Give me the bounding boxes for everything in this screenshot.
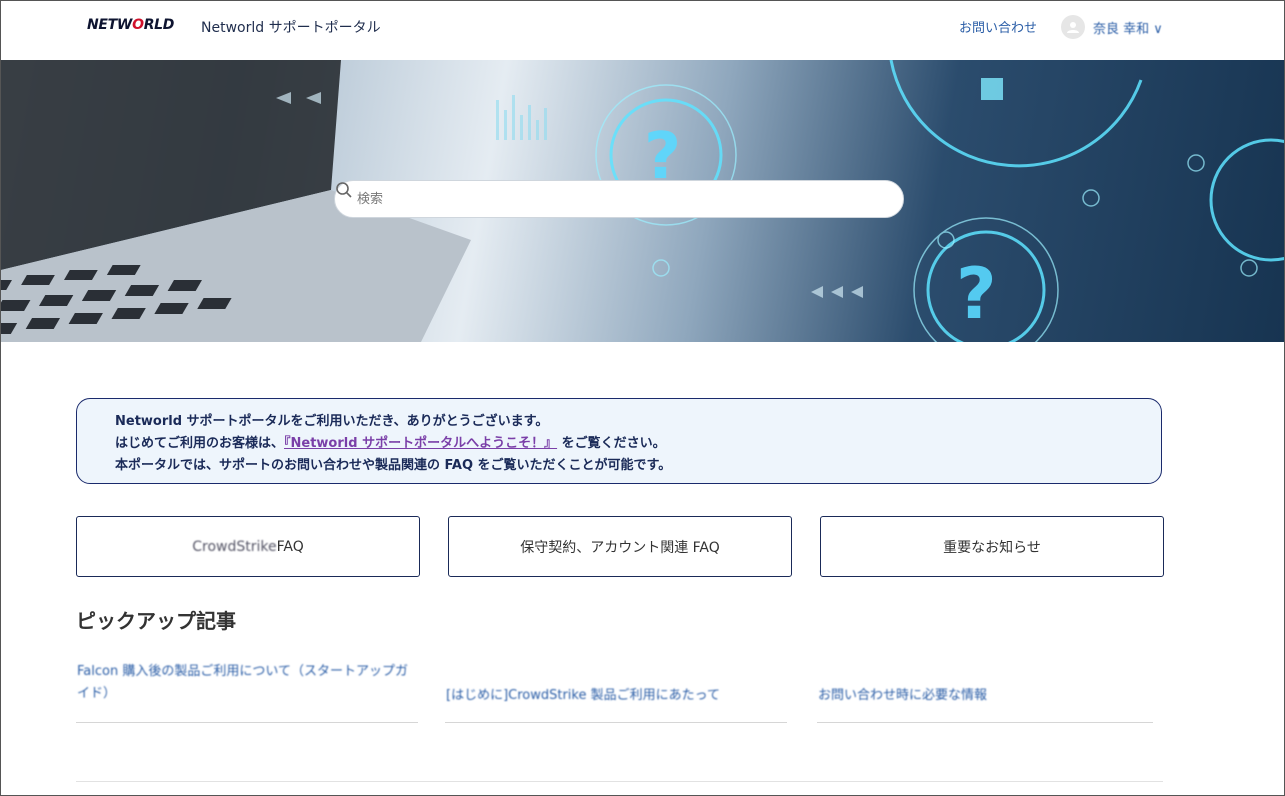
crowdstrike-faq-button[interactable]: CrowdStrike FAQ — [76, 516, 420, 577]
welcome-notice: Networld サポートポータルをご利用いただき、ありがとうございます。 はじ… — [76, 398, 1162, 484]
pickup-article-1[interactable]: Falcon 購入後の製品ご利用について（スタートアップガイド） — [77, 661, 417, 705]
svg-text:?: ? — [956, 253, 997, 335]
divider — [817, 722, 1153, 723]
contact-link[interactable]: お問い合わせ — [959, 17, 1037, 36]
pickup-article-2[interactable]: [はじめに]CrowdStrike 製品ご利用にあたって — [446, 685, 786, 707]
contract-account-faq-button[interactable]: 保守契約、アカウント関連 FAQ — [448, 516, 792, 577]
bottom-divider — [76, 781, 1163, 782]
search-input[interactable] — [355, 190, 859, 208]
pickup-section-title: ピックアップ記事 — [76, 609, 236, 633]
divider — [445, 722, 787, 723]
user-name: 奈良 幸和 ∨ — [1093, 21, 1163, 37]
hero-banner: ? ? — [1, 60, 1284, 342]
welcome-guide-link[interactable]: 『Networld サポートポータルへようこそ！』 — [284, 436, 557, 451]
search-icon — [336, 182, 352, 198]
important-notices-button[interactable]: 重要なお知らせ — [820, 516, 1164, 577]
networld-logo[interactable]: NETWORLD — [87, 17, 174, 33]
notice-line-1: Networld サポートポータルをご利用いただき、ありがとうございます。 — [115, 414, 549, 429]
pickup-article-3[interactable]: お問い合わせ時に必要な情報 — [818, 685, 1148, 707]
portal-title[interactable]: Networld サポートポータル — [201, 17, 381, 37]
search-bar[interactable] — [334, 180, 904, 218]
user-avatar-icon — [1061, 15, 1085, 39]
site-header: NETWORLD Networld サポートポータル お問い合わせ 奈良 幸和 … — [1, 1, 1284, 60]
page: NETWORLD Networld サポートポータル お問い合わせ 奈良 幸和 … — [0, 0, 1285, 796]
notice-line-2: はじめてご利用のお客様は、『Networld サポートポータルへようこそ！』 を… — [115, 436, 666, 451]
user-menu[interactable]: 奈良 幸和 ∨ — [1061, 15, 1163, 39]
divider — [76, 722, 418, 723]
notice-line-3: 本ポータルでは、サポートのお問い合わせや製品関連の FAQ をご覧いただくことが… — [115, 458, 672, 473]
